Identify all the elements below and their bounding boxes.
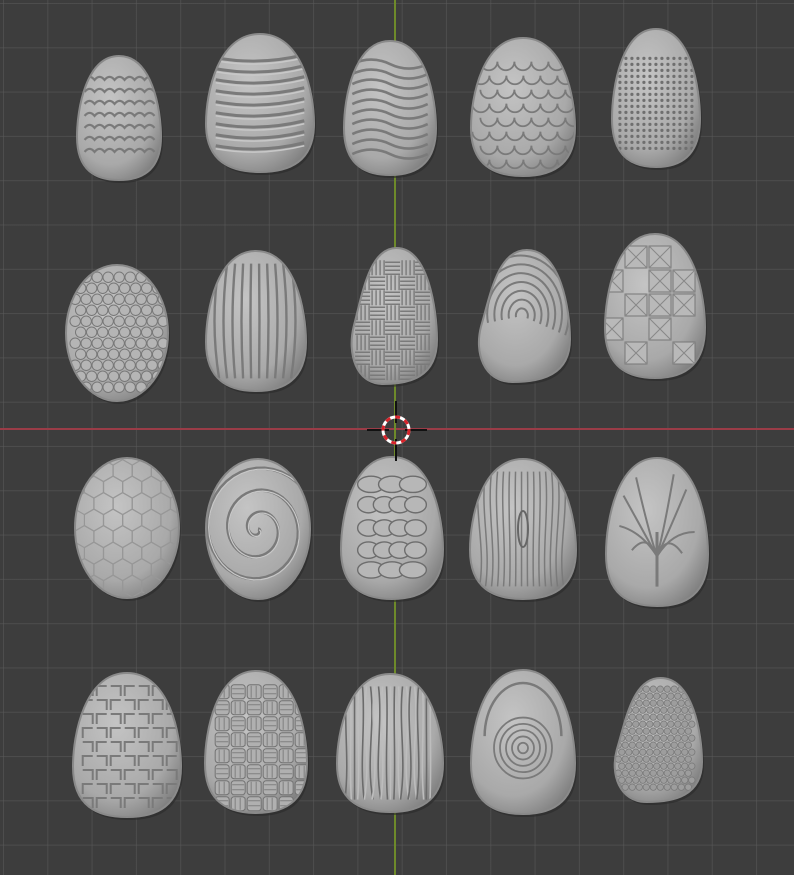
stone-pyramid-studs[interactable] (601, 232, 707, 381)
stone-wavy-ridges[interactable] (342, 39, 438, 178)
stone-vertical-ridges[interactable] (204, 249, 308, 394)
stone-basket-weave-small[interactable] (350, 246, 439, 387)
stone-wood-grain[interactable] (468, 457, 578, 602)
stone-wavy-lines[interactable] (75, 54, 163, 183)
stone-pebbles[interactable] (339, 455, 445, 602)
stone-branches[interactable] (604, 456, 710, 609)
3d-cursor-icon[interactable] (367, 401, 427, 461)
stone-fish-scales[interactable] (469, 36, 582, 179)
stone-hexagons[interactable] (73, 457, 190, 601)
stone-bark[interactable] (335, 672, 445, 815)
stone-maze[interactable] (71, 671, 183, 820)
stone-fingerprint[interactable] (451, 229, 589, 385)
stone-horizontal-ridges[interactable] (204, 32, 316, 175)
stone-concentric-rings[interactable] (469, 668, 577, 817)
stone-weave[interactable] (203, 669, 309, 816)
3d-viewport[interactable] (0, 0, 794, 875)
stone-dot-grid[interactable] (610, 27, 702, 170)
stone-bubbles[interactable] (64, 264, 170, 404)
stone-hammered[interactable] (613, 676, 704, 805)
stone-spiral[interactable] (188, 446, 320, 602)
